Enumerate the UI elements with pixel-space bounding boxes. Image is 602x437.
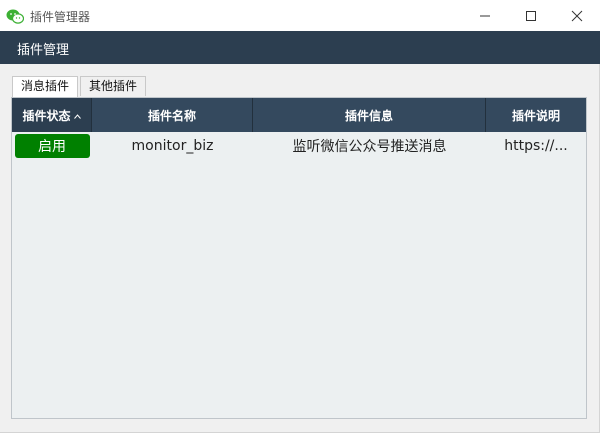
plugin-tabs: 消息插件 其他插件 [12,76,148,97]
page-title: 插件管理 [17,43,70,58]
enable-toggle-button[interactable]: 启用 [14,134,90,158]
column-header-status[interactable]: 插件状态 [12,98,92,132]
plugin-table: 插件状态 插件名称 插件信息 插件说明 启用 monitor_biz 监听微信公… [11,97,587,419]
column-header-name[interactable]: 插件名称 [92,98,253,132]
table-row[interactable]: 启用 monitor_biz 监听微信公众号推送消息 https://... [12,132,586,160]
close-icon[interactable] [554,0,600,31]
column-header-description[interactable]: 插件说明 [486,98,586,132]
table-header: 插件状态 插件名称 插件信息 插件说明 [12,98,586,132]
plugin-name-cell: monitor_biz [131,138,214,154]
plugin-manager-window: 插件管理器 插件管理 消息插件 其他插件 插件状态 插件名称 插件信息 插件说明 [0,0,600,433]
minimize-icon[interactable] [462,0,508,31]
column-header-info[interactable]: 插件信息 [253,98,486,132]
sort-ascending-icon [73,108,81,122]
plugin-description-cell[interactable]: https://... [486,132,586,160]
title-bar[interactable]: 插件管理器 [0,0,600,31]
tab-message-plugins[interactable]: 消息插件 [12,76,79,97]
tab-other-plugins[interactable]: 其他插件 [80,76,147,96]
wechat-icon [6,8,25,24]
column-header-label: 插件状态 [22,108,71,123]
plugin-info-cell: 监听微信公众号推送消息 [292,139,447,155]
maximize-icon[interactable] [508,0,554,31]
window-title: 插件管理器 [30,10,91,24]
status-cell: 启用 [12,132,92,160]
app-header: 插件管理 [0,31,600,64]
